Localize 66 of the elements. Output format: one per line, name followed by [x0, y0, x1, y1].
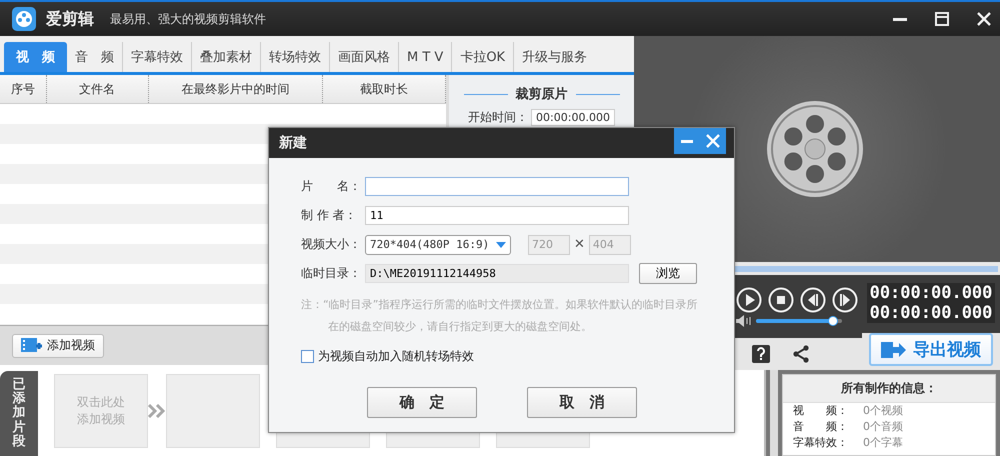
close-icon[interactable]	[976, 11, 992, 27]
stop-icon[interactable]	[768, 286, 794, 312]
play-icon[interactable]	[736, 286, 762, 312]
scrollbar[interactable]	[770, 370, 778, 456]
placeholder-text: 添加视频	[77, 410, 125, 428]
export-video-button[interactable]: 导出视频	[869, 333, 993, 366]
info-title: 所有制作的信息：	[783, 375, 995, 403]
volume-slider[interactable]	[756, 318, 842, 322]
app-tagline: 最易用、强大的视频剪辑软件	[110, 10, 267, 28]
browse-button[interactable]: 浏览	[639, 263, 697, 284]
info-label: 视 频：	[793, 403, 849, 419]
caret-icon	[496, 242, 506, 248]
film-add-icon	[21, 336, 43, 354]
tab[interactable]: 升级与服务	[513, 42, 596, 72]
field-label: 制 作 者：	[301, 207, 358, 224]
added-clips-tab[interactable]: 已添加片段	[0, 371, 38, 456]
tab[interactable]: M T V	[398, 42, 452, 72]
ok-button[interactable]: 确 定	[367, 387, 477, 418]
checkbox[interactable]	[301, 350, 314, 363]
field-label: 临时目录：	[301, 265, 362, 282]
placeholder-text: 双击此处	[77, 394, 125, 410]
volume-knob[interactable]	[828, 316, 838, 326]
input-field[interactable]	[365, 177, 629, 196]
app-name: 爱剪辑	[46, 8, 94, 30]
start-time-field[interactable]: 00:00:00.000	[531, 109, 615, 126]
input-field[interactable]: 11	[365, 206, 629, 225]
column-header: 文件名	[46, 75, 149, 103]
tab[interactable]: 字幕特效	[122, 42, 191, 72]
time-display: 00:00:00.000 00:00:00.000	[866, 283, 996, 323]
tab[interactable]: 画面风格	[329, 42, 398, 72]
column-header: 在最终影片中的时间	[148, 75, 324, 103]
app-logo-icon	[12, 7, 36, 31]
empty-clip-slot[interactable]	[166, 374, 260, 448]
tab[interactable]: 音 频	[67, 42, 122, 72]
size-dropdown[interactable]: 720*404(480P 16:9)	[365, 234, 511, 254]
tab[interactable]: 转场特效	[260, 42, 329, 72]
info-value: 0个音频	[863, 419, 903, 435]
export-arrow-icon	[881, 340, 907, 360]
trim-panel-title: 裁剪原片	[516, 86, 568, 103]
field-label: 视频大小：	[301, 236, 362, 253]
dialog-title: 新建	[279, 134, 307, 152]
info-value: 0个视频	[863, 403, 903, 419]
info-label: 字幕特效：	[793, 435, 849, 451]
field-label: 片 名：	[301, 178, 362, 195]
start-time-label: 开始时间：	[468, 109, 528, 126]
share-icon[interactable]	[792, 345, 810, 363]
info-label: 音 频：	[793, 419, 849, 435]
tab[interactable]: 卡拉OK	[451, 42, 514, 72]
dimension-separator: ✕	[574, 237, 585, 252]
film-reel-icon	[765, 99, 865, 199]
column-header: 截取时长	[323, 75, 446, 103]
chevrons-icon	[148, 404, 166, 418]
column-header: 序号	[0, 75, 47, 103]
add-video-button[interactable]: 添加视频	[12, 334, 104, 358]
next-frame-icon[interactable]	[832, 286, 858, 312]
note-text: 注：“临时目录”指程序运行所需的临时文件摆放位置。如果软件默认的临时目录所在的磁盘空间较少，请自行指定到更大的磁盘空间处。	[301, 297, 698, 335]
help-icon[interactable]	[752, 345, 770, 363]
tab[interactable]: 叠加素材	[191, 42, 260, 72]
cancel-button[interactable]: 取 消	[527, 387, 637, 418]
tab[interactable]: 视 频	[4, 42, 67, 72]
input-field[interactable]: D:\ME20191112144958	[365, 264, 629, 283]
checkbox-label: 为视频自动加入随机转场特效	[318, 348, 474, 365]
previous-frame-icon[interactable]	[800, 286, 826, 312]
info-value: 0个字幕	[863, 435, 903, 451]
volume-icon[interactable]	[736, 314, 752, 326]
maximize-icon[interactable]	[934, 11, 950, 27]
